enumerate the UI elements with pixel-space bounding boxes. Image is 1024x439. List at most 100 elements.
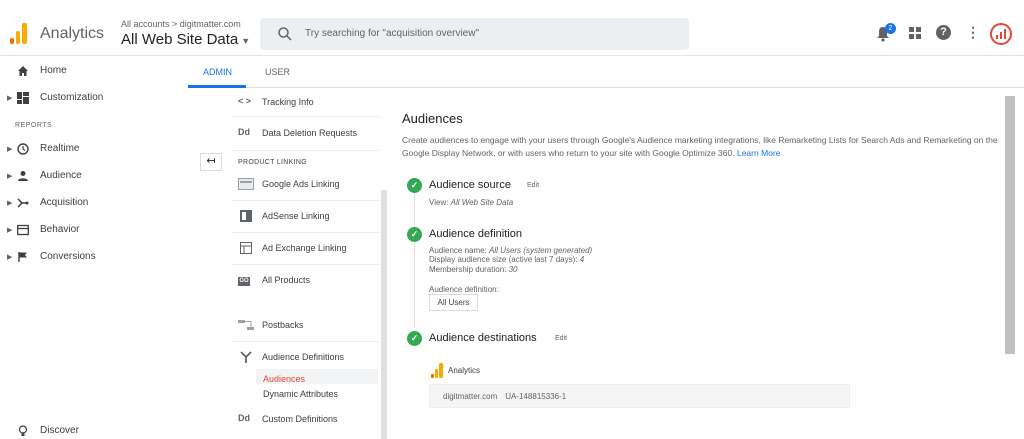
step-connector — [414, 243, 415, 328]
analytics-avatar-icon — [996, 29, 1006, 39]
main-scrollbar[interactable] — [1005, 96, 1015, 354]
check-icon: ✓ — [407, 227, 422, 242]
nav-audience-label: Audience — [40, 170, 82, 181]
edit-source-link[interactable]: Edit — [527, 182, 539, 189]
more-vert-icon[interactable]: ⋮ — [966, 25, 980, 39]
person-icon — [18, 171, 28, 181]
size-value: 4 — [579, 255, 585, 264]
analytics-logo-icon[interactable] — [10, 22, 28, 44]
acquisition-icon — [17, 198, 29, 208]
duration-label: Membership duration: — [429, 265, 509, 274]
step-connector — [414, 193, 415, 231]
audience-name-detail: Audience name: All Users (system generat… — [429, 246, 592, 255]
all-products-icon: GO — [238, 277, 250, 286]
divider — [232, 264, 380, 265]
dd-icon: Dd — [238, 413, 250, 423]
chevron-down-icon: ▼ — [241, 36, 251, 46]
analytics-logo-icon — [431, 363, 443, 378]
admin-tabs: ADMIN USER — [188, 56, 1024, 88]
prop-item-adsense[interactable]: AdSense Linking — [232, 208, 380, 230]
search-bar[interactable]: Try searching for "acquisition overview" — [260, 18, 689, 50]
expand-arrow-icon: ▶ — [7, 254, 13, 261]
google-ads-label: Google Ads Linking — [262, 179, 340, 189]
prop-item-all-products[interactable]: GO All Products — [232, 272, 380, 294]
nav-realtime-label: Realtime — [40, 143, 80, 154]
nav-conversions[interactable]: ▶ Conversions — [0, 248, 188, 268]
audience-definitions-icon — [240, 351, 252, 363]
sub-item-audiences[interactable]: Audiences — [263, 374, 305, 384]
nav-behavior-label: Behavior — [40, 224, 80, 235]
audience-destinations-title: Audience destinations — [429, 332, 537, 344]
nav-customization[interactable]: ▶ Customization — [0, 89, 188, 109]
view-label: View: — [429, 198, 451, 207]
prop-item-audience-definitions[interactable]: Audience Definitions — [232, 349, 380, 371]
name-label: Audience name: — [429, 246, 490, 255]
adsense-icon — [240, 210, 252, 222]
sub-item-dynamic-attributes[interactable]: Dynamic Attributes — [263, 389, 338, 399]
prop-item-tracking-info[interactable]: < > Tracking Info — [232, 94, 380, 116]
prop-item-postbacks[interactable]: Postbacks — [232, 317, 380, 339]
apps-grid-icon[interactable] — [909, 27, 921, 39]
nav-audience[interactable]: ▶ Audience — [0, 167, 188, 187]
nav-home-label: Home — [40, 65, 67, 76]
nav-discover[interactable]: Discover — [0, 422, 188, 439]
expand-arrow-icon: ▶ — [7, 200, 13, 207]
description-text: Create audiences to engage with your use… — [402, 135, 998, 158]
size-label: Display audience size (active last 7 day… — [429, 255, 580, 264]
learn-more-link[interactable]: Learn More — [737, 148, 780, 158]
source-view-detail: View: All Web Site Data — [429, 198, 513, 207]
help-icon[interactable]: ? — [936, 25, 951, 40]
divider — [232, 341, 380, 342]
tracking-info-label: Tracking Info — [262, 97, 314, 107]
search-icon — [278, 27, 292, 41]
audience-source-title: Audience source — [429, 179, 511, 191]
view-value: All Web Site Data — [450, 198, 514, 207]
nav-discover-label: Discover — [40, 425, 79, 436]
prop-item-custom-definitions[interactable]: Dd Custom Definitions — [232, 411, 380, 433]
property-selector[interactable]: All Web Site Data ▼ — [121, 31, 250, 48]
prop-item-data-deletion[interactable]: Dd Data Deletion Requests — [232, 125, 380, 147]
notification-badge: 2 — [885, 23, 896, 34]
main-content: Audiences Create audiences to engage wit… — [388, 88, 1024, 439]
nav-acquisition[interactable]: ▶ Acquisition — [0, 194, 188, 214]
search-placeholder: Try searching for "acquisition overview" — [305, 28, 480, 39]
dd-icon: Dd — [238, 127, 250, 137]
ad-exchange-label: Ad Exchange Linking — [262, 243, 347, 253]
account-avatar[interactable] — [990, 23, 1012, 45]
behavior-icon — [17, 224, 29, 236]
divider — [232, 200, 380, 201]
destination-property: digitmatter.com — [443, 392, 498, 401]
all-products-label: All Products — [262, 275, 311, 285]
collapse-column-button[interactable]: ↤ — [200, 153, 222, 171]
nav-conversions-label: Conversions — [40, 251, 96, 262]
nav-behavior[interactable]: ▶ Behavior — [0, 221, 188, 241]
account-breadcrumb[interactable]: All accounts > digitmatter.com — [121, 19, 241, 29]
prop-item-google-ads[interactable]: Google Ads Linking — [232, 176, 380, 198]
destination-tracking-id: UA-148815336-1 — [505, 392, 567, 401]
tab-admin[interactable]: ADMIN — [203, 67, 232, 77]
audience-definition-label: Audience definition: — [429, 285, 499, 294]
divider — [232, 150, 380, 151]
nav-realtime[interactable]: ▶ Realtime — [0, 140, 188, 160]
dashboard-icon — [17, 92, 29, 104]
all-users-chip[interactable]: All Users — [429, 294, 478, 311]
property-column-scrollbar[interactable] — [381, 190, 387, 439]
data-deletion-label: Data Deletion Requests — [262, 128, 358, 138]
edit-destinations-link[interactable]: Edit — [555, 335, 567, 342]
ad-exchange-icon — [240, 242, 252, 254]
expand-arrow-icon: ▶ — [7, 173, 13, 180]
check-icon: ✓ — [407, 178, 422, 193]
nav-home[interactable]: Home — [0, 62, 188, 82]
page-description: Create audiences to engage with your use… — [402, 134, 1008, 160]
tab-user[interactable]: USER — [265, 67, 290, 77]
destination-property-row[interactable]: digitmatter.com UA-148815336-1 — [429, 384, 850, 408]
prop-item-ad-exchange[interactable]: Ad Exchange Linking — [232, 240, 380, 262]
expand-arrow-icon: ▶ — [7, 146, 13, 153]
expand-arrow-icon: ▶ — [7, 95, 13, 102]
check-icon: ✓ — [407, 331, 422, 346]
nav-customization-label: Customization — [40, 92, 104, 103]
destination-property-text: digitmatter.com UA-148815336-1 — [443, 392, 566, 401]
app-name[interactable]: Analytics — [40, 25, 104, 43]
divider — [232, 116, 380, 117]
top-header: Analytics All accounts > digitmatter.com… — [0, 0, 1024, 56]
